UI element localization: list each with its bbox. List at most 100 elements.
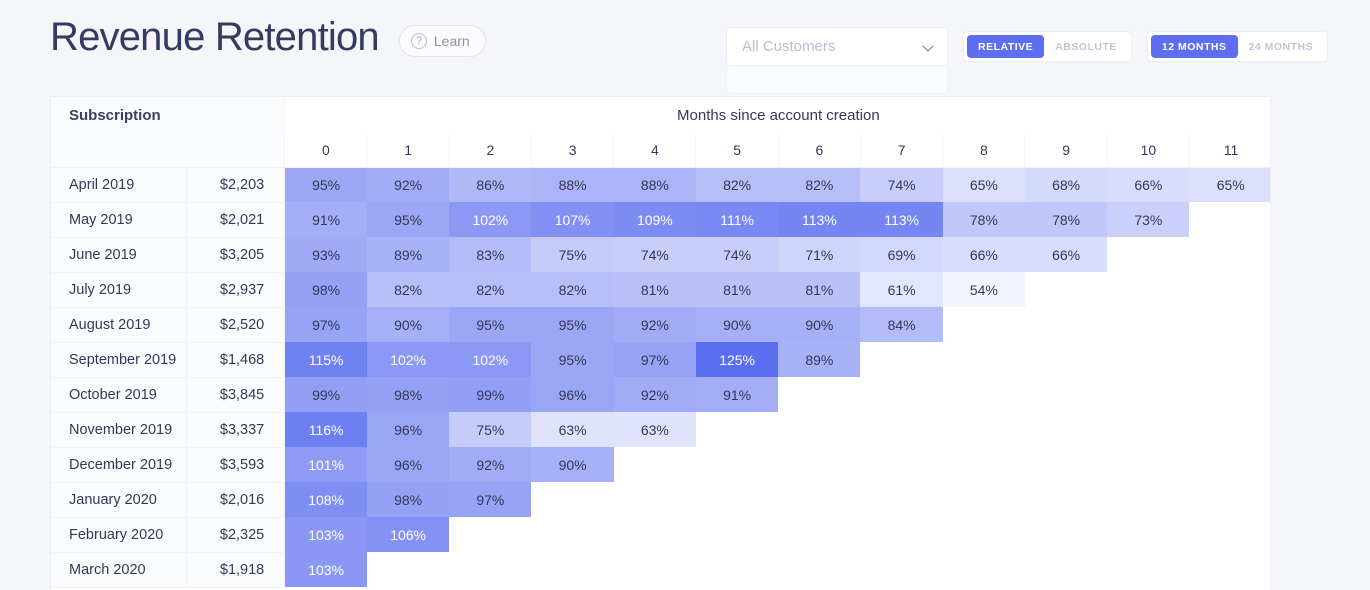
question-mark-icon: ?: [411, 33, 427, 49]
heatmap-cell[interactable]: 98%: [285, 272, 367, 307]
heatmap-cell[interactable]: 74%: [614, 237, 696, 272]
heatmap-cell[interactable]: 95%: [531, 307, 613, 342]
heatmap-cell[interactable]: 99%: [285, 377, 367, 412]
heatmap-cell[interactable]: 97%: [449, 482, 531, 517]
heatmap-cell[interactable]: 78%: [943, 202, 1025, 237]
table-row[interactable]: January 2020$2,016108%98%97%: [51, 482, 1271, 517]
heatmap-cell[interactable]: 116%: [285, 412, 367, 447]
heatmap-cell[interactable]: 81%: [778, 272, 860, 307]
table-row[interactable]: May 2019$2,02191%95%102%107%109%111%113%…: [51, 202, 1271, 237]
table-row[interactable]: March 2020$1,918103%: [51, 552, 1271, 587]
table-row[interactable]: September 2019$1,468115%102%102%95%97%12…: [51, 342, 1271, 377]
heatmap-cell[interactable]: 90%: [531, 447, 613, 482]
heatmap-cell[interactable]: 102%: [449, 342, 531, 377]
heatmap-cell[interactable]: 97%: [614, 342, 696, 377]
table-row[interactable]: October 2019$3,84599%98%99%96%92%91%: [51, 377, 1271, 412]
table-row[interactable]: June 2019$3,20593%89%83%75%74%74%71%69%6…: [51, 237, 1271, 272]
heatmap-cell[interactable]: 83%: [449, 237, 531, 272]
heatmap-cell[interactable]: 82%: [778, 167, 860, 202]
heatmap-cell[interactable]: 107%: [531, 202, 613, 237]
heatmap-cell[interactable]: 91%: [285, 202, 367, 237]
heatmap-cell[interactable]: 97%: [285, 307, 367, 342]
heatmap-cell[interactable]: 108%: [285, 482, 367, 517]
customer-select[interactable]: All Customers: [726, 27, 948, 66]
heatmap-cell[interactable]: 65%: [943, 167, 1025, 202]
heatmap-cell[interactable]: 89%: [778, 342, 860, 377]
heatmap-cell[interactable]: 111%: [696, 202, 778, 237]
heatmap-cell[interactable]: 73%: [1107, 202, 1189, 237]
heatmap-cell[interactable]: 96%: [531, 377, 613, 412]
month-column-header: 9: [1025, 134, 1107, 167]
table-row[interactable]: December 2019$3,593101%96%92%90%: [51, 447, 1271, 482]
heatmap-cell[interactable]: 81%: [696, 272, 778, 307]
table-row[interactable]: July 2019$2,93798%82%82%82%81%81%81%61%5…: [51, 272, 1271, 307]
heatmap-cell[interactable]: 103%: [285, 552, 367, 587]
heatmap-cell[interactable]: 102%: [449, 202, 531, 237]
heatmap-cell[interactable]: 92%: [614, 377, 696, 412]
heatmap-cell[interactable]: 82%: [696, 167, 778, 202]
heatmap-cell[interactable]: 63%: [614, 412, 696, 447]
heatmap-cell[interactable]: 95%: [449, 307, 531, 342]
heatmap-cell[interactable]: 113%: [860, 202, 942, 237]
heatmap-cell[interactable]: 95%: [531, 342, 613, 377]
heatmap-cell[interactable]: 86%: [449, 167, 531, 202]
heatmap-cell[interactable]: 90%: [367, 307, 449, 342]
heatmap-cell[interactable]: 74%: [860, 167, 942, 202]
heatmap-cell[interactable]: 68%: [1025, 167, 1107, 202]
heatmap-cell[interactable]: 96%: [367, 412, 449, 447]
heatmap-cell-empty: [449, 552, 531, 587]
heatmap-cell[interactable]: 93%: [285, 237, 367, 272]
heatmap-cell[interactable]: 82%: [449, 272, 531, 307]
heatmap-cell[interactable]: 125%: [696, 342, 778, 377]
heatmap-cell[interactable]: 98%: [367, 377, 449, 412]
heatmap-cell[interactable]: 84%: [860, 307, 942, 342]
heatmap-cell[interactable]: 92%: [367, 167, 449, 202]
heatmap-cell[interactable]: 92%: [614, 307, 696, 342]
heatmap-cell[interactable]: 109%: [614, 202, 696, 237]
heatmap-cell[interactable]: 99%: [449, 377, 531, 412]
heatmap-cell[interactable]: 78%: [1025, 202, 1107, 237]
mode-toggle-relative[interactable]: RELATIVE: [967, 35, 1044, 58]
heatmap-cell[interactable]: 75%: [449, 412, 531, 447]
heatmap-cell[interactable]: 95%: [367, 202, 449, 237]
heatmap-cell[interactable]: 71%: [778, 237, 860, 272]
table-row[interactable]: April 2019$2,20395%92%86%88%88%82%82%74%…: [51, 167, 1271, 202]
heatmap-cell[interactable]: 90%: [778, 307, 860, 342]
heatmap-cell-empty: [1025, 552, 1107, 587]
heatmap-cell[interactable]: 54%: [943, 272, 1025, 307]
heatmap-cell[interactable]: 75%: [531, 237, 613, 272]
heatmap-cell[interactable]: 95%: [285, 167, 367, 202]
table-row[interactable]: February 2020$2,325103%106%: [51, 517, 1271, 552]
table-row[interactable]: November 2019$3,337116%96%75%63%63%: [51, 412, 1271, 447]
heatmap-cell[interactable]: 82%: [531, 272, 613, 307]
heatmap-cell[interactable]: 89%: [367, 237, 449, 272]
heatmap-cell[interactable]: 82%: [367, 272, 449, 307]
heatmap-cell[interactable]: 98%: [367, 482, 449, 517]
heatmap-cell[interactable]: 88%: [531, 167, 613, 202]
heatmap-cell[interactable]: 91%: [696, 377, 778, 412]
table-row[interactable]: August 2019$2,52097%90%95%95%92%90%90%84…: [51, 307, 1271, 342]
heatmap-cell[interactable]: 103%: [285, 517, 367, 552]
heatmap-cell[interactable]: 66%: [943, 237, 1025, 272]
heatmap-cell[interactable]: 101%: [285, 447, 367, 482]
heatmap-cell[interactable]: 81%: [614, 272, 696, 307]
heatmap-cell[interactable]: 106%: [367, 517, 449, 552]
heatmap-cell[interactable]: 74%: [696, 237, 778, 272]
heatmap-cell[interactable]: 88%: [614, 167, 696, 202]
heatmap-cell[interactable]: 61%: [860, 272, 942, 307]
heatmap-cell[interactable]: 65%: [1189, 167, 1271, 202]
range-toggle-12-months[interactable]: 12 MONTHS: [1151, 35, 1238, 58]
range-toggle-24-months[interactable]: 24 MONTHS: [1238, 35, 1325, 58]
heatmap-cell[interactable]: 90%: [696, 307, 778, 342]
heatmap-cell[interactable]: 92%: [449, 447, 531, 482]
heatmap-cell[interactable]: 113%: [778, 202, 860, 237]
heatmap-cell[interactable]: 69%: [860, 237, 942, 272]
learn-button[interactable]: ? Learn: [399, 25, 486, 57]
heatmap-cell[interactable]: 66%: [1025, 237, 1107, 272]
heatmap-cell[interactable]: 63%: [531, 412, 613, 447]
heatmap-cell[interactable]: 102%: [367, 342, 449, 377]
heatmap-cell[interactable]: 66%: [1107, 167, 1189, 202]
heatmap-cell[interactable]: 96%: [367, 447, 449, 482]
mode-toggle-absolute[interactable]: ABSOLUTE: [1044, 35, 1128, 58]
heatmap-cell[interactable]: 115%: [285, 342, 367, 377]
